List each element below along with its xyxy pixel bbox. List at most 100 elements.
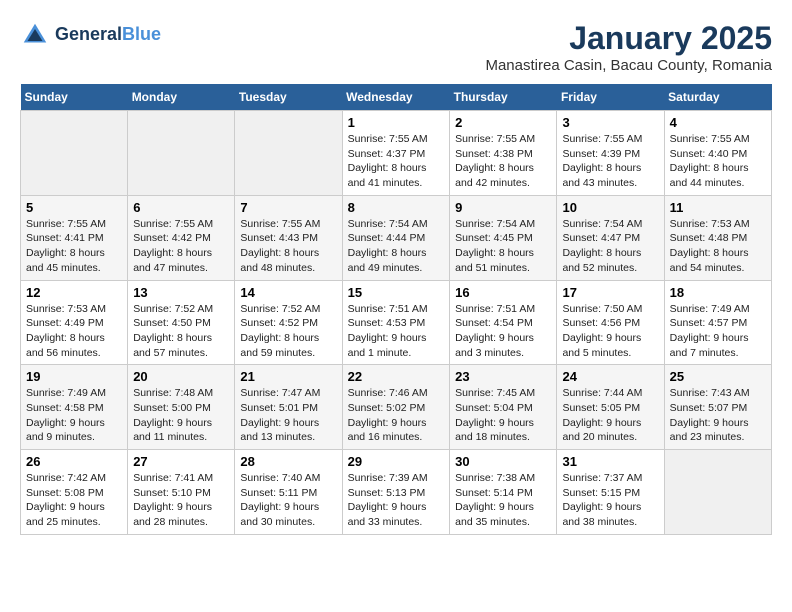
calendar-cell: 11 Sunrise: 7:53 AM Sunset: 4:48 PM Dayli… [664, 195, 771, 280]
day-info: Sunrise: 7:54 AM Sunset: 4:45 PM Dayligh… [455, 217, 551, 276]
day-info: Sunrise: 7:51 AM Sunset: 4:53 PM Dayligh… [348, 302, 445, 361]
calendar-cell: 12Sunrise: 7:53 AM Sunset: 4:49 PM Dayli… [21, 280, 128, 365]
day-info: Sunrise: 7:55 AM Sunset: 4:42 PM Dayligh… [133, 217, 229, 276]
calendar-cell: 9 Sunrise: 7:54 AM Sunset: 4:45 PM Daylig… [450, 195, 557, 280]
page-header: GeneralBlue January 2025 Manastirea Casi… [20, 20, 772, 74]
calendar-cell: 6 Sunrise: 7:55 AM Sunset: 4:42 PM Daylig… [128, 195, 235, 280]
day-number: 13 [133, 285, 229, 300]
calendar-week-row: 1Sunrise: 7:55 AM Sunset: 4:37 PM Daylig… [21, 111, 772, 196]
location-subtitle: Manastirea Casin, Bacau County, Romania [485, 57, 772, 74]
calendar-week-row: 5 Sunrise: 7:55 AM Sunset: 4:41 PM Daylig… [21, 195, 772, 280]
calendar-cell: 10 Sunrise: 7:54 AM Sunset: 4:47 PM Dayli… [557, 195, 664, 280]
calendar-week-row: 12Sunrise: 7:53 AM Sunset: 4:49 PM Dayli… [21, 280, 772, 365]
day-info: Sunrise: 7:40 AM Sunset: 5:11 PM Dayligh… [240, 471, 336, 530]
day-number: 16 [455, 285, 551, 300]
calendar-cell [664, 450, 771, 535]
day-number: 3 [562, 115, 658, 130]
calendar-cell: 29 Sunrise: 7:39 AM Sunset: 5:13 PM Dayli… [342, 450, 450, 535]
day-info: Sunrise: 7:52 AM Sunset: 4:50 PM Dayligh… [133, 302, 229, 361]
calendar-cell: 30 Sunrise: 7:38 AM Sunset: 5:14 PM Dayli… [450, 450, 557, 535]
day-info: Sunrise: 7:37 AM Sunset: 5:15 PM Dayligh… [562, 471, 658, 530]
calendar-cell: 15 Sunrise: 7:51 AM Sunset: 4:53 PM Dayli… [342, 280, 450, 365]
day-number: 8 [348, 200, 445, 215]
logo-text: GeneralBlue [55, 25, 161, 45]
day-info: Sunrise: 7:54 AM Sunset: 4:47 PM Dayligh… [562, 217, 658, 276]
day-info: Sunrise: 7:54 AM Sunset: 4:44 PM Dayligh… [348, 217, 445, 276]
calendar-cell: 14 Sunrise: 7:52 AM Sunset: 4:52 PM Dayli… [235, 280, 342, 365]
day-number: 19 [26, 369, 122, 384]
weekday-header: Tuesday [235, 84, 342, 111]
day-info: Sunrise: 7:55 AM Sunset: 4:40 PM Dayligh… [670, 132, 766, 191]
calendar-cell: 16Sunrise: 7:51 AM Sunset: 4:54 PM Dayli… [450, 280, 557, 365]
day-info: Sunrise: 7:41 AM Sunset: 5:10 PM Dayligh… [133, 471, 229, 530]
calendar-cell [128, 111, 235, 196]
calendar-cell: 5 Sunrise: 7:55 AM Sunset: 4:41 PM Daylig… [21, 195, 128, 280]
calendar-cell [21, 111, 128, 196]
logo: GeneralBlue [20, 20, 161, 50]
day-info: Sunrise: 7:47 AM Sunset: 5:01 PM Dayligh… [240, 386, 336, 445]
day-number: 7 [240, 200, 336, 215]
day-number: 1 [348, 115, 445, 130]
weekday-header: Thursday [450, 84, 557, 111]
calendar-cell: 24Sunrise: 7:44 AM Sunset: 5:05 PM Dayli… [557, 365, 664, 450]
calendar-cell: 25 Sunrise: 7:43 AM Sunset: 5:07 PM Dayli… [664, 365, 771, 450]
day-number: 25 [670, 369, 766, 384]
logo-icon [20, 20, 50, 50]
calendar-cell: 26 Sunrise: 7:42 AM Sunset: 5:08 PM Dayli… [21, 450, 128, 535]
day-info: Sunrise: 7:43 AM Sunset: 5:07 PM Dayligh… [670, 386, 766, 445]
day-number: 6 [133, 200, 229, 215]
month-year-title: January 2025 [485, 20, 772, 57]
day-info: Sunrise: 7:39 AM Sunset: 5:13 PM Dayligh… [348, 471, 445, 530]
day-number: 29 [348, 454, 445, 469]
day-number: 4 [670, 115, 766, 130]
day-info: Sunrise: 7:55 AM Sunset: 4:43 PM Dayligh… [240, 217, 336, 276]
day-number: 27 [133, 454, 229, 469]
day-number: 15 [348, 285, 445, 300]
weekday-header: Monday [128, 84, 235, 111]
weekday-header-row: SundayMondayTuesdayWednesdayThursdayFrid… [21, 84, 772, 111]
calendar-cell: 3 Sunrise: 7:55 AM Sunset: 4:39 PM Daylig… [557, 111, 664, 196]
day-info: Sunrise: 7:46 AM Sunset: 5:02 PM Dayligh… [348, 386, 445, 445]
day-info: Sunrise: 7:48 AM Sunset: 5:00 PM Dayligh… [133, 386, 229, 445]
calendar-cell: 18 Sunrise: 7:49 AM Sunset: 4:57 PM Dayli… [664, 280, 771, 365]
day-info: Sunrise: 7:53 AM Sunset: 4:48 PM Dayligh… [670, 217, 766, 276]
calendar-week-row: 26 Sunrise: 7:42 AM Sunset: 5:08 PM Dayli… [21, 450, 772, 535]
calendar-cell: 4 Sunrise: 7:55 AM Sunset: 4:40 PM Daylig… [664, 111, 771, 196]
weekday-header: Sunday [21, 84, 128, 111]
day-number: 30 [455, 454, 551, 469]
day-info: Sunrise: 7:49 AM Sunset: 4:57 PM Dayligh… [670, 302, 766, 361]
calendar-cell: 27 Sunrise: 7:41 AM Sunset: 5:10 PM Dayli… [128, 450, 235, 535]
calendar-cell: 17 Sunrise: 7:50 AM Sunset: 4:56 PM Dayli… [557, 280, 664, 365]
day-number: 17 [562, 285, 658, 300]
day-info: Sunrise: 7:44 AM Sunset: 5:05 PM Dayligh… [562, 386, 658, 445]
calendar-cell: 23Sunrise: 7:45 AM Sunset: 5:04 PM Dayli… [450, 365, 557, 450]
day-info: Sunrise: 7:38 AM Sunset: 5:14 PM Dayligh… [455, 471, 551, 530]
day-number: 14 [240, 285, 336, 300]
weekday-header: Saturday [664, 84, 771, 111]
calendar-cell: 8 Sunrise: 7:54 AM Sunset: 4:44 PM Daylig… [342, 195, 450, 280]
day-info: Sunrise: 7:45 AM Sunset: 5:04 PM Dayligh… [455, 386, 551, 445]
day-number: 2 [455, 115, 551, 130]
calendar-cell: 20 Sunrise: 7:48 AM Sunset: 5:00 PM Dayli… [128, 365, 235, 450]
day-number: 22 [348, 369, 445, 384]
weekday-header: Wednesday [342, 84, 450, 111]
day-info: Sunrise: 7:52 AM Sunset: 4:52 PM Dayligh… [240, 302, 336, 361]
day-number: 12 [26, 285, 122, 300]
day-info: Sunrise: 7:42 AM Sunset: 5:08 PM Dayligh… [26, 471, 122, 530]
day-info: Sunrise: 7:50 AM Sunset: 4:56 PM Dayligh… [562, 302, 658, 361]
day-number: 9 [455, 200, 551, 215]
day-info: Sunrise: 7:55 AM Sunset: 4:38 PM Dayligh… [455, 132, 551, 191]
calendar-cell: 31Sunrise: 7:37 AM Sunset: 5:15 PM Dayli… [557, 450, 664, 535]
day-info: Sunrise: 7:55 AM Sunset: 4:39 PM Dayligh… [562, 132, 658, 191]
day-number: 26 [26, 454, 122, 469]
day-number: 11 [670, 200, 766, 215]
day-info: Sunrise: 7:55 AM Sunset: 4:41 PM Dayligh… [26, 217, 122, 276]
calendar-cell: 28Sunrise: 7:40 AM Sunset: 5:11 PM Dayli… [235, 450, 342, 535]
day-number: 18 [670, 285, 766, 300]
day-number: 21 [240, 369, 336, 384]
day-number: 20 [133, 369, 229, 384]
day-number: 5 [26, 200, 122, 215]
calendar-cell [235, 111, 342, 196]
calendar-cell: 7 Sunrise: 7:55 AM Sunset: 4:43 PM Daylig… [235, 195, 342, 280]
day-number: 10 [562, 200, 658, 215]
